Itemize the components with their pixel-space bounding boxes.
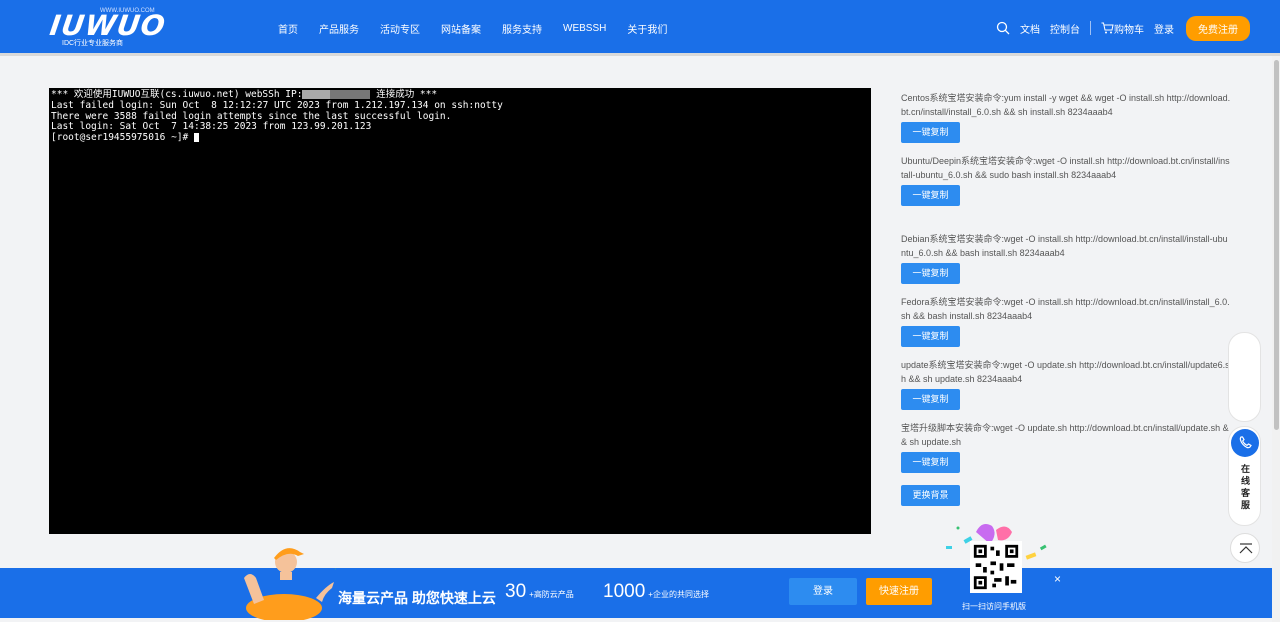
main-nav: 首页 产品服务 活动专区 网站备案 服务支持 WEBSSH 关于我们 [278,0,688,56]
stat-enterprises-number: 1000 [603,581,646,602]
banner-title: 海量云产品 助您快速上云 [338,590,496,606]
terminal-cursor [194,133,199,143]
copy-button[interactable]: 一键复制 [901,185,960,206]
logo-tagline: IDC行业专业服务商 [62,40,124,47]
command-centos: Centos系统宝塔安装命令:yum install -y wget && wg… [901,91,1231,143]
command-text: Debian系统宝塔安装命令:wget -O install.sh http:/… [901,234,1228,258]
logo-brand: IUWUO [47,9,168,42]
change-background-button[interactable]: 更换背景 [901,485,960,506]
service-text: 在线客服 [1240,464,1250,510]
nav-item-activities[interactable]: 活动专区 [380,21,420,36]
close-icon[interactable]: × [1054,572,1061,586]
header-divider [1090,21,1091,35]
copy-button[interactable]: 一键复制 [901,452,960,473]
terminal-line-3: There were 3588 failed login attempts si… [51,110,452,122]
free-register-button[interactable]: 免费注册 [1186,15,1250,41]
terminal-prompt: [root@ser19455975016 ~]# [51,132,194,144]
banner-login-button[interactable]: 登录 [789,578,857,605]
ssh-terminal[interactable]: *** 欢迎使用IUWUO互联(cs.iuwuo.net) webSSh IP:… [49,88,871,534]
cart-label: 购物车 [1114,24,1144,36]
qr-caption: 扫一扫访问手机版 [962,602,1026,611]
scrollbar-thumb[interactable] [1274,60,1279,430]
terminal-welcome: *** 欢迎使用IUWUO互联(cs.iuwuo.net) webSSh IP: [51,89,303,100]
command-debian: Debian系统宝塔安装命令:wget -O install.sh http:/… [901,232,1231,284]
console-link[interactable]: 控制台 [1050,21,1080,36]
stat-enterprises: 1000 +企业的共同选择 [603,581,709,603]
search-icon[interactable] [996,21,1010,35]
stat-enterprises-label: +企业的共同选择 [648,590,709,599]
nav-item-products[interactable]: 产品服务 [319,21,359,36]
terminal-connected: 连接成功 *** [370,89,438,100]
back-to-top-button[interactable] [1230,533,1260,563]
nav-item-about[interactable]: 关于我们 [627,21,667,36]
stat-products-label: +高防云产品 [529,590,574,599]
mascot-illustration [244,548,336,620]
bottom-promo-banner: 海量云产品 助您快速上云 30 +高防云产品 1000 +企业的共同选择 登录 … [0,568,1272,618]
command-text: Ubuntu/Deepin系统宝塔安装命令:wget -O install.sh… [901,156,1230,180]
nav-item-support[interactable]: 服务支持 [502,21,542,36]
qr-code [970,541,1022,593]
nav-item-home[interactable]: 首页 [278,21,298,36]
redacted-ip-2 [330,90,371,99]
online-service-button[interactable]: 在线客服 [1228,426,1261,526]
online-service-label: 在线客服 [1229,463,1262,511]
command-update: update系统宝塔安装命令:wget -O update.sh http://… [901,358,1231,410]
command-ubuntu: Ubuntu/Deepin系统宝塔安装命令:wget -O install.sh… [901,154,1231,206]
phone-icon [1231,429,1259,457]
command-upgrade-script: 宝塔升级脚本安装命令:wget -O update.sh http://down… [901,421,1231,473]
stat-products-number: 30 [505,581,527,602]
copy-button[interactable]: 一键复制 [901,389,960,410]
nav-item-filing[interactable]: 网站备案 [441,21,481,36]
command-panel: Centos系统宝塔安装命令:yum install -y wget && wg… [877,80,1230,530]
top-header: WWW.IUWUO.COM IUWUO IDC行业专业服务商 首页 产品服务 活… [0,0,1280,56]
command-text: Fedora系统宝塔安装命令:wget -O install.sh http:/… [901,297,1230,321]
login-link[interactable]: 登录 [1154,21,1174,36]
back-to-top-icon [1239,543,1253,554]
terminal-line-4: Last login: Sat Oct 7 14:38:25 2023 from… [51,121,372,133]
command-text: 宝塔升级脚本安装命令:wget -O update.sh http://down… [901,423,1229,447]
copy-button[interactable]: 一键复制 [901,263,960,284]
stat-products: 30 +高防云产品 [505,581,574,603]
command-fedora: Fedora系统宝塔安装命令:wget -O install.sh http:/… [901,295,1231,347]
cart-icon [1101,22,1114,34]
header-right: 文档 控制台 购物车 登录 免费注册 [996,0,1250,56]
logo[interactable]: WWW.IUWUO.COM IUWUO IDC行业专业服务商 [47,8,168,47]
docs-link[interactable]: 文档 [1020,21,1040,36]
banner-register-button[interactable]: 快速注册 [866,578,932,605]
command-text: update系统宝塔安装命令:wget -O update.sh http://… [901,360,1230,384]
terminal-line-1: *** 欢迎使用IUWUO互联(cs.iuwuo.net) webSSh IP:… [51,89,437,100]
copy-button[interactable]: 一键复制 [901,326,960,347]
nav-item-webssh[interactable]: WEBSSH [563,23,606,34]
command-text: Centos系统宝塔安装命令:yum install -y wget && wg… [901,93,1231,117]
float-panel [1228,332,1261,422]
copy-button[interactable]: 一键复制 [901,122,960,143]
terminal-line-2: Last failed login: Sun Oct 8 12:12:27 UT… [51,99,503,111]
redacted-ip-1 [302,90,331,99]
cart-link[interactable]: 购物车 [1101,21,1144,36]
